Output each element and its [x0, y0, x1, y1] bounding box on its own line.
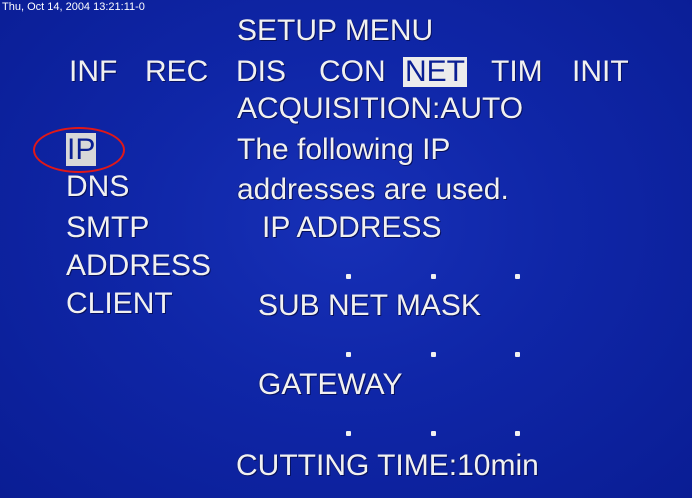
setup-screen: Thu, Oct 14, 2004 13:21:11-0 SETUP MENU …: [0, 0, 692, 498]
subnet-mask-separator: [431, 352, 436, 357]
subnet-mask-separator: [346, 352, 351, 357]
gateway-separator: [346, 431, 351, 436]
cutting-time-setting[interactable]: CUTTING TIME:10min: [236, 451, 539, 481]
tab-net[interactable]: NET: [403, 57, 467, 87]
timestamp-overlay: Thu, Oct 14, 2004 13:21:11-0: [2, 1, 145, 13]
menu-item-address[interactable]: ADDRESS: [66, 251, 211, 281]
menu-item-client[interactable]: CLIENT: [66, 289, 173, 319]
tab-rec[interactable]: REC: [145, 57, 208, 87]
subnet-mask-label: SUB NET MASK: [258, 289, 481, 322]
ip-address-separator: [515, 274, 520, 279]
acquisition-setting[interactable]: ACQUISITION:AUTO: [237, 94, 523, 124]
ip-address-separator: [346, 274, 351, 279]
tab-tim[interactable]: TIM: [491, 57, 543, 87]
gateway-separator: [515, 431, 520, 436]
tab-init[interactable]: INIT: [572, 57, 629, 87]
tab-dis[interactable]: DIS: [236, 57, 286, 87]
red-highlight-circle: [33, 127, 125, 173]
gateway-separator: [431, 431, 436, 436]
info-text-line2: addresses are used.: [237, 173, 509, 206]
tab-inf[interactable]: INF: [69, 57, 117, 87]
menu-item-smtp[interactable]: SMTP: [66, 213, 149, 243]
ip-address-label: IP ADDRESS: [262, 211, 442, 244]
page-title: SETUP MENU: [237, 14, 434, 47]
info-text-line1: The following IP: [237, 133, 451, 166]
gateway-label: GATEWAY: [258, 368, 403, 401]
tab-con[interactable]: CON: [319, 57, 386, 87]
subnet-mask-separator: [515, 352, 520, 357]
ip-address-separator: [431, 274, 436, 279]
menu-item-dns[interactable]: DNS: [66, 172, 129, 202]
